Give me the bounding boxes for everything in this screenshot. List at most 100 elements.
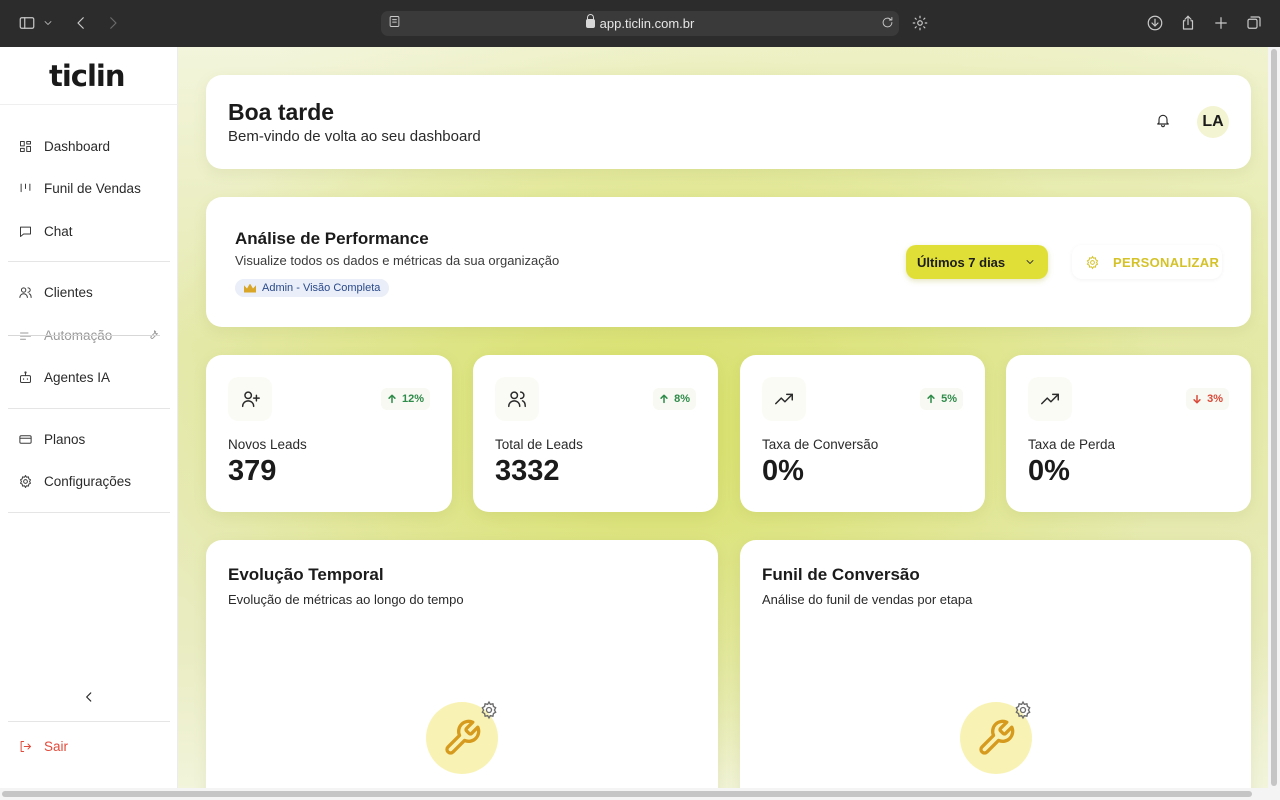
chevron-down-icon	[1026, 260, 1034, 264]
arrow-up-icon	[927, 394, 935, 404]
period-select-value: Últimos 7 dias	[917, 254, 1006, 270]
app-logo[interactable]: ticlin	[49, 59, 126, 93]
main-content: Boa tarde Bem-vindo de volta ao seu dash…	[178, 47, 1268, 788]
chat-icon	[20, 226, 31, 237]
sidebar-item-label: Planos	[44, 431, 86, 447]
chart-title: Funil de Conversão	[762, 565, 920, 584]
under-construction-illustration	[426, 700, 501, 776]
trend-value: 5%	[941, 393, 957, 405]
reload-icon[interactable]	[880, 15, 895, 35]
user-plus-icon	[241, 391, 260, 408]
stat-value: 0%	[1028, 455, 1070, 487]
sidebar-item-chat[interactable]: Chat	[8, 215, 170, 247]
gear-icon	[1086, 255, 1099, 269]
performance-subtitle: Visualize todos os dados e métricas da s…	[235, 253, 560, 268]
horizontal-scrollbar[interactable]	[0, 788, 1280, 800]
sidebar-item-label: Dashboard	[44, 138, 111, 154]
share-icon[interactable]	[1177, 12, 1199, 34]
download-icon[interactable]	[1144, 12, 1166, 34]
chart-subtitle: Análise do funil de vendas por etapa	[762, 592, 973, 607]
sidebar-item-label: Chat	[44, 223, 73, 239]
sidebar-item-clientes[interactable]: Clientes	[8, 276, 170, 308]
back-icon[interactable]	[70, 12, 92, 34]
chart-card-evolucao-temporal: Evolução Temporal Evolução de métricas a…	[206, 540, 718, 788]
arrow-down-icon	[1193, 394, 1201, 404]
trend-badge: 3%	[1186, 388, 1229, 410]
extension-gear-icon[interactable]	[909, 12, 931, 34]
stat-label: Taxa de Conversão	[762, 437, 879, 452]
users-icon	[508, 391, 526, 408]
chart-card-funil-de-conversao: Funil de Conversão Análise do funil de v…	[740, 540, 1251, 788]
page-subtitle: Bem-vindo de volta ao seu dashboard	[228, 128, 481, 145]
forward-icon[interactable]	[102, 12, 124, 34]
sidebar-item-configuracoes[interactable]: Configurações	[8, 465, 170, 497]
sidebar-item-planos[interactable]: Planos	[8, 423, 170, 455]
stat-card-novos-leads: 12% Novos Leads 379	[206, 355, 452, 512]
performance-card: Análise de Performance Visualize todos o…	[206, 197, 1251, 327]
logout-icon	[20, 740, 31, 752]
divider	[8, 261, 170, 262]
avatar[interactable]: LA	[1197, 106, 1229, 138]
arrow-up-icon	[388, 394, 396, 404]
arrow-up-icon	[660, 394, 668, 404]
gear-icon	[479, 700, 501, 722]
dashboard-icon	[20, 140, 31, 152]
under-construction-illustration	[960, 700, 1034, 776]
stat-icon-box	[1028, 377, 1072, 421]
browser-toolbar: app.ticlin.com.br	[0, 0, 1280, 47]
greeting-card: Boa tarde Bem-vindo de volta ao seu dash…	[206, 75, 1251, 169]
gear-icon	[20, 474, 31, 488]
stat-icon-box	[762, 377, 806, 421]
trend-badge: 8%	[653, 388, 696, 410]
logout-button[interactable]: Sair	[8, 730, 170, 762]
logout-label: Sair	[44, 738, 69, 754]
divider	[8, 512, 170, 513]
sidebar-item-dashboard[interactable]: Dashboard	[8, 130, 170, 162]
sidebar-item-label: Agentes IA	[44, 369, 111, 385]
sidebar-item-agentes-ia[interactable]: Agentes IA	[8, 361, 170, 393]
sidebar-item-label: Configurações	[44, 473, 132, 489]
trend-badge: 5%	[920, 388, 963, 410]
new-tab-icon[interactable]	[1210, 12, 1232, 34]
address-bar[interactable]: app.ticlin.com.br	[381, 11, 899, 36]
chevron-down-icon[interactable]	[41, 12, 55, 34]
notifications-button[interactable]	[1155, 112, 1175, 132]
stat-label: Taxa de Perda	[1028, 437, 1116, 452]
crown-icon	[244, 283, 256, 293]
admin-badge: Admin - Visão Completa	[235, 279, 390, 297]
customize-button[interactable]: PERSONALIZAR	[1072, 245, 1222, 279]
stat-card-total-de-leads: 8% Total de Leads 3332	[473, 355, 718, 512]
stat-label: Novos Leads	[228, 437, 307, 452]
users-icon	[19, 286, 32, 298]
period-select[interactable]: Últimos 7 dias	[906, 245, 1048, 279]
automation-icon	[20, 332, 31, 340]
performance-title: Análise de Performance	[235, 229, 429, 248]
stat-icon-box	[495, 377, 539, 421]
sidebar-item-automacao: Automação	[8, 319, 170, 351]
trending-up-icon	[1041, 393, 1059, 405]
stat-label: Total de Leads	[495, 437, 583, 452]
tab-overview-icon[interactable]	[1243, 12, 1265, 34]
scrollbar-thumb[interactable]	[1271, 49, 1277, 786]
bot-icon	[20, 370, 31, 383]
trending-up-icon	[775, 393, 793, 405]
customize-label: PERSONALIZAR	[1113, 254, 1220, 270]
chart-subtitle: Evolução de métricas ao longo do tempo	[228, 592, 464, 607]
sidebar-item-label: Funil de Vendas	[44, 180, 141, 196]
collapse-sidebar-button[interactable]	[79, 687, 99, 707]
sidebar-toggle-icon[interactable]	[16, 12, 38, 34]
stat-card-taxa-de-perda: 3% Taxa de Perda 0%	[1006, 355, 1251, 512]
sidebar-item-funil-de-vendas[interactable]: Funil de Vendas	[8, 172, 170, 204]
vertical-scrollbar[interactable]	[1268, 47, 1280, 788]
sidebar-item-label: Clientes	[44, 284, 93, 300]
lock-icon	[585, 14, 595, 28]
divider	[8, 408, 170, 409]
bell-icon	[1157, 114, 1169, 128]
stat-value: 0%	[762, 455, 804, 487]
scrollbar-thumb[interactable]	[2, 791, 1252, 797]
trend-value: 3%	[1207, 393, 1223, 405]
chart-title: Evolução Temporal	[228, 565, 384, 584]
sidebar: ticlin Dashboard Funil de Vendas Chat Cl…	[0, 47, 178, 788]
stat-value: 379	[228, 455, 277, 487]
stat-value: 3332	[495, 455, 560, 487]
